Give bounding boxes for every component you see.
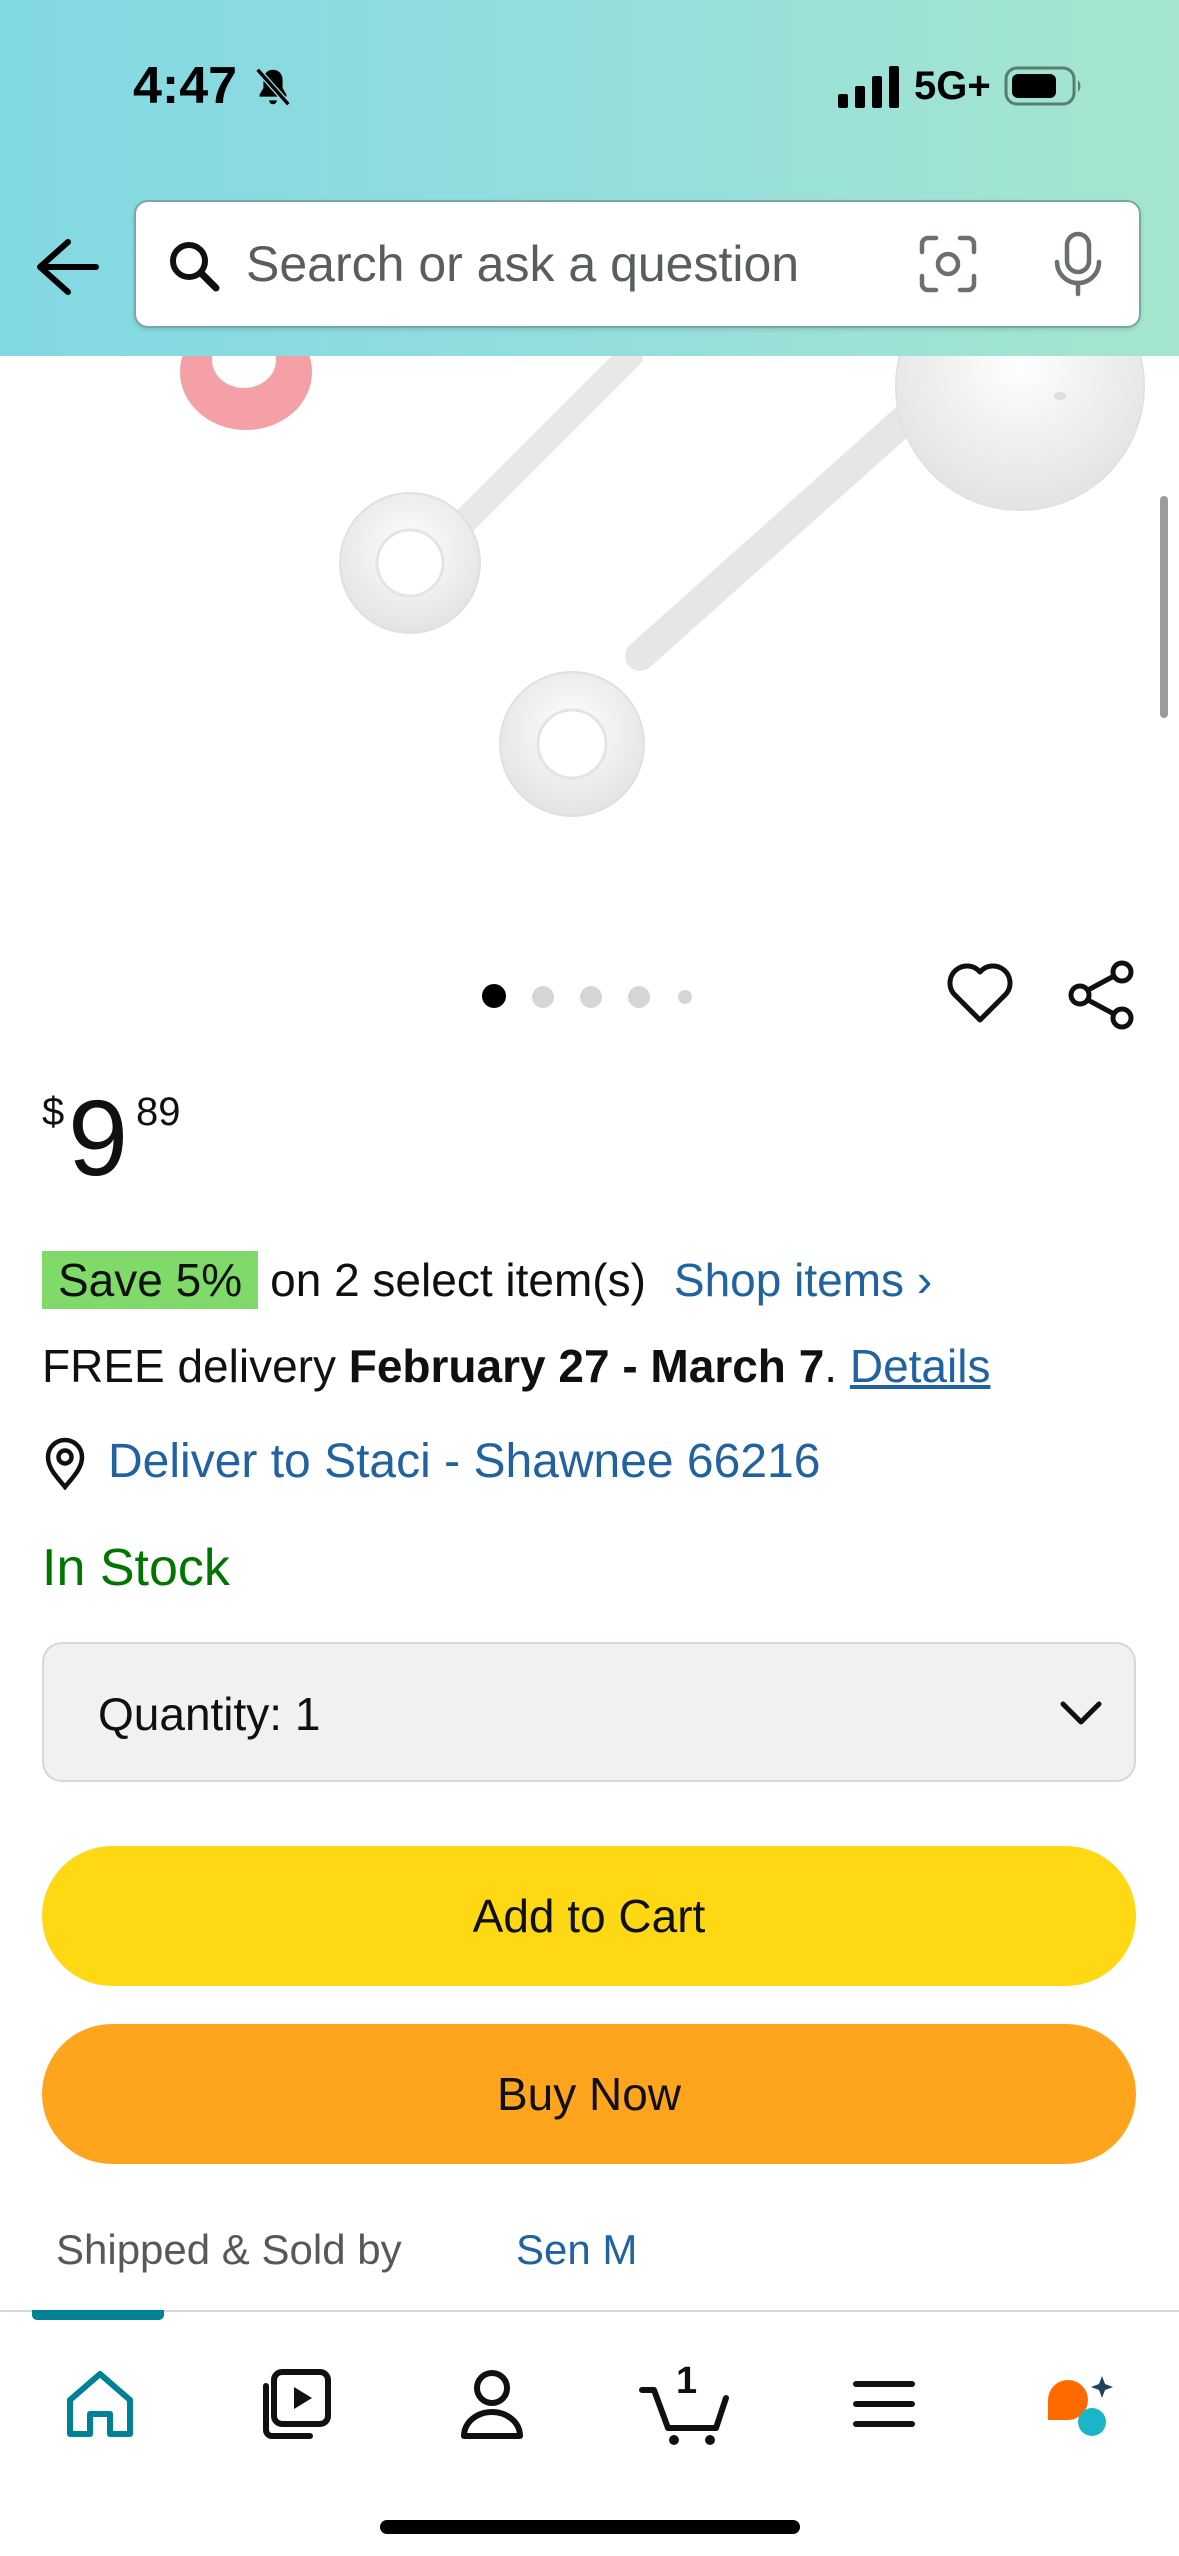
add-to-cart-button[interactable]: Add to Cart bbox=[42, 1846, 1136, 1986]
search-icon bbox=[170, 242, 220, 292]
rufus-icon[interactable] bbox=[1030, 2354, 1130, 2454]
video-icon[interactable] bbox=[244, 2354, 344, 2454]
signal-icon bbox=[838, 66, 899, 108]
save-badge: Save 5% bbox=[42, 1251, 259, 1309]
search-bar[interactable] bbox=[134, 200, 1141, 328]
menu-icon[interactable] bbox=[834, 2354, 934, 2454]
heart-icon[interactable] bbox=[944, 958, 1016, 1028]
shop-items-link[interactable]: Shop items › bbox=[674, 1254, 932, 1306]
quantity-dropdown[interactable]: Quantity: 1 bbox=[42, 1642, 1136, 1782]
delivery-info: FREE delivery February 27 - March 7. Det… bbox=[42, 1336, 990, 1396]
cart-count-badge: 1 bbox=[676, 2360, 698, 2402]
back-arrow-icon[interactable] bbox=[32, 236, 102, 298]
active-tab-indicator bbox=[32, 2310, 164, 2320]
quantity-label: Quantity: 1 bbox=[98, 1688, 321, 1740]
product-image[interactable] bbox=[0, 356, 1179, 916]
deliver-to-text: Deliver to Staci - Shawnee 66216 bbox=[108, 1435, 821, 1488]
cart-icon[interactable]: 1 bbox=[636, 2354, 736, 2454]
shipped-sold-text: Shipped & Sold by bbox=[56, 2226, 402, 2273]
promo-row: Save 5% on 2 select item(s) Shop items › bbox=[42, 1250, 932, 1310]
carousel-dot[interactable] bbox=[580, 986, 602, 1008]
chevron-down-icon bbox=[1060, 1701, 1102, 1725]
delivery-suffix: . bbox=[824, 1340, 850, 1392]
header: 4:47 5G+ bbox=[0, 0, 1179, 356]
network-type: 5G+ bbox=[914, 64, 991, 108]
price-whole: 9 bbox=[68, 1077, 129, 1198]
bell-off-icon bbox=[255, 67, 291, 107]
account-icon[interactable] bbox=[442, 2354, 542, 2454]
scrollbar[interactable] bbox=[1160, 496, 1168, 718]
delivery-prefix: FREE delivery bbox=[42, 1340, 349, 1392]
seller-link[interactable]: Sen M bbox=[516, 2218, 637, 2282]
promo-text: on 2 select item(s) bbox=[270, 1254, 646, 1306]
location-pin-icon bbox=[45, 1437, 85, 1490]
home-icon[interactable] bbox=[50, 2354, 150, 2454]
price-fraction: 89 bbox=[136, 1090, 181, 1134]
carousel-dot[interactable] bbox=[628, 986, 650, 1008]
product-photo bbox=[180, 356, 1145, 817]
carousel-dot[interactable] bbox=[482, 984, 506, 1008]
status-time: 4:47 bbox=[133, 57, 238, 115]
details-link[interactable]: Details bbox=[850, 1340, 991, 1392]
camera-icon[interactable] bbox=[916, 232, 980, 296]
stock-status: In Stock bbox=[42, 1539, 230, 1597]
shipped-sold-label: Shipped & Sold by bbox=[56, 2218, 402, 2282]
share-icon[interactable] bbox=[1066, 960, 1136, 1030]
mic-icon[interactable] bbox=[1048, 230, 1108, 298]
carousel-dot[interactable] bbox=[678, 990, 692, 1004]
search-input[interactable] bbox=[246, 224, 906, 304]
battery-icon bbox=[1004, 66, 1081, 106]
price-currency: $ bbox=[42, 1090, 65, 1134]
carousel-dot[interactable] bbox=[532, 986, 554, 1008]
bottom-nav: 1 bbox=[0, 2310, 1179, 2556]
home-indicator bbox=[380, 2520, 800, 2534]
buy-now-button[interactable]: Buy Now bbox=[42, 2024, 1136, 2164]
delivery-dates: February 27 - March 7 bbox=[348, 1340, 825, 1392]
